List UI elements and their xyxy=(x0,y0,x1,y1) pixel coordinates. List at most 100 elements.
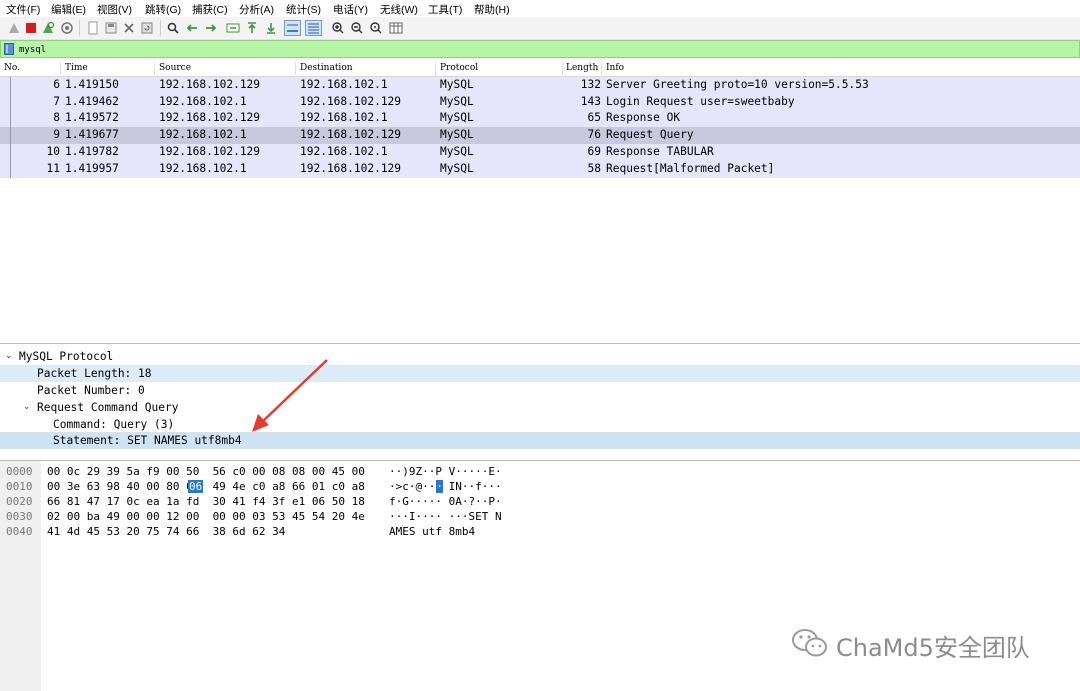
bytes-hex[interactable]: 02 00 ba 49 00 00 12 00 00 00 03 53 45 5… xyxy=(47,510,365,523)
bytes-offset: 0000 xyxy=(6,465,33,478)
packet-cell-proto: MySQL xyxy=(440,94,474,108)
reload-file-icon[interactable] xyxy=(140,21,154,35)
column-info[interactable]: Info xyxy=(606,63,624,73)
display-filter-input[interactable] xyxy=(19,43,1069,56)
packet-cell-len: 65 xyxy=(587,111,601,125)
tree-item-request-command[interactable]: ⌄ Request Command Query xyxy=(0,399,1080,416)
menu-view[interactable]: 视图(V) xyxy=(97,2,132,17)
restart-capture-icon[interactable] xyxy=(41,21,55,35)
packet-cell-proto: MySQL xyxy=(440,161,474,175)
bytes-offset: 0010 xyxy=(6,480,33,493)
packet-row[interactable]: 9 1.419677 192.168.102.1 192.168.102.129 MyS… xyxy=(0,127,1080,145)
packet-cell-len: 76 xyxy=(587,128,601,142)
packet-cell-info: Response TABULAR xyxy=(606,144,714,158)
display-filter-bar xyxy=(0,40,1080,58)
open-file-icon[interactable] xyxy=(86,21,100,35)
stop-capture-icon[interactable] xyxy=(24,21,38,35)
bytes-ascii[interactable]: AMES utf 8mb4 xyxy=(389,525,475,538)
packet-row[interactable]: 8 1.419572 192.168.102.129 192.168.102.1 MyS… xyxy=(0,110,1080,128)
packet-cell-time: 1.419462 xyxy=(65,94,119,108)
selected-byte-hex[interactable]: 06 xyxy=(188,480,204,493)
menu-tools[interactable]: 工具(T) xyxy=(428,2,462,17)
packet-cell-info: Request Query xyxy=(606,128,694,142)
tree-item-packet-length[interactable]: Packet Length: 18 xyxy=(0,365,1080,382)
colorize-icon[interactable] xyxy=(305,20,322,36)
packet-cell-proto: MySQL xyxy=(440,144,474,158)
column-time[interactable]: Time xyxy=(65,63,88,73)
packet-row[interactable]: 6 1.419150 192.168.102.129 192.168.102.1 MyS… xyxy=(0,77,1080,94)
go-to-packet-icon[interactable] xyxy=(226,21,240,35)
bookmark-icon[interactable] xyxy=(4,43,14,55)
save-file-icon[interactable] xyxy=(104,21,118,35)
packet-row[interactable]: 7 1.419462 192.168.102.1 192.168.102.129 MyS… xyxy=(0,93,1080,111)
packet-cell-no: 7 xyxy=(53,94,60,108)
packet-cell-no: 6 xyxy=(53,78,60,91)
bytes-hex[interactable]: 00 0c 29 39 5a f9 00 50 56 c0 00 08 08 0… xyxy=(47,465,365,478)
packet-cell-dst: 192.168.102.129 xyxy=(300,161,402,175)
bytes-ascii[interactable]: ···I···· ···SET N xyxy=(389,510,502,523)
bytes-ascii[interactable]: f·G····· 0A·?··P· xyxy=(389,495,502,508)
menu-analyze[interactable]: 分析(A) xyxy=(239,2,274,17)
menu-statistics[interactable]: 统计(S) xyxy=(286,2,321,17)
main-toolbar xyxy=(0,17,1080,40)
menu-telephony[interactable]: 电话(Y) xyxy=(333,2,368,17)
bytes-ascii[interactable]: ·>c·@··· IN··f··· xyxy=(389,480,502,493)
menu-bar: 文件(F) 编辑(E) 视图(V) 跳转(G) 捕获(C) 分析(A) 统计(S… xyxy=(0,0,1080,17)
packet-cell-info: Server Greeting proto=10 version=5.5.53 xyxy=(606,78,869,91)
packet-cell-no: 10 xyxy=(46,144,60,158)
bytes-ascii[interactable]: ··)9Z··P V·····E· xyxy=(389,465,502,478)
packet-cell-time: 1.419957 xyxy=(65,161,119,175)
packet-cell-dst: 192.168.102.1 xyxy=(300,78,388,91)
menu-capture[interactable]: 捕获(C) xyxy=(192,2,228,17)
chevron-down-icon[interactable]: ⌄ xyxy=(5,350,13,361)
column-no[interactable]: No. xyxy=(4,63,20,73)
packet-cell-dst: 192.168.102.1 xyxy=(300,111,388,125)
capture-options-icon[interactable] xyxy=(60,21,74,35)
column-destination[interactable]: Destination xyxy=(300,63,353,73)
packet-cell-no: 8 xyxy=(53,111,60,125)
go-back-icon[interactable] xyxy=(185,21,199,35)
packet-details-pane: ⌄ MySQL Protocol Packet Length: 18 Packe… xyxy=(0,346,1080,461)
packet-cell-proto: MySQL xyxy=(440,78,474,91)
watermark-text: ChaMd5安全团队 xyxy=(836,634,1030,662)
last-packet-icon[interactable] xyxy=(264,21,278,35)
tree-item-label: Packet Number: 0 xyxy=(37,384,145,397)
chevron-down-icon[interactable]: ⌄ xyxy=(23,401,31,412)
bytes-row: 0040 41 4d 45 53 20 75 74 66 38 6d 62 34… xyxy=(0,524,1080,539)
normal-size-icon[interactable] xyxy=(369,21,383,35)
column-source[interactable]: Source xyxy=(159,63,191,73)
auto-scroll-icon[interactable] xyxy=(284,20,301,36)
tree-item-mysql-protocol[interactable]: ⌄ MySQL Protocol xyxy=(0,348,1080,365)
menu-go[interactable]: 跳转(G) xyxy=(145,2,181,17)
packet-cell-src: 192.168.102.129 xyxy=(159,111,261,125)
menu-wireless[interactable]: 无线(W) xyxy=(380,2,418,17)
shark-fin-start-icon[interactable] xyxy=(7,21,21,35)
packet-cell-time: 1.419150 xyxy=(65,78,119,91)
column-length[interactable]: Length xyxy=(566,63,598,73)
bytes-offset: 0040 xyxy=(6,525,33,538)
bytes-row: 0000 00 0c 29 39 5a f9 00 50 56 c0 00 08… xyxy=(0,464,1080,479)
menu-file[interactable]: 文件(F) xyxy=(6,2,40,17)
tree-item-statement[interactable]: Statement: SET NAMES utf8mb4 xyxy=(0,432,1080,449)
tree-item-command[interactable]: Command: Query (3) xyxy=(0,416,1080,433)
bytes-hex[interactable]: 00 3e 63 98 40 00 80 06 49 4e c0 a8 66 0… xyxy=(47,480,365,493)
packet-cell-src: 192.168.102.129 xyxy=(159,144,261,158)
packet-row[interactable]: 10 1.419782 192.168.102.129 192.168.102.1 My… xyxy=(0,143,1080,161)
menu-help[interactable]: 帮助(H) xyxy=(474,2,510,17)
first-packet-icon[interactable] xyxy=(245,21,259,35)
go-forward-icon[interactable] xyxy=(204,21,218,35)
column-protocol[interactable]: Protocol xyxy=(440,63,478,73)
tree-item-packet-number[interactable]: Packet Number: 0 xyxy=(0,382,1080,399)
zoom-in-icon[interactable] xyxy=(331,21,345,35)
bytes-hex[interactable]: 66 81 47 17 0c ea 1a fd 30 41 f4 3f e1 0… xyxy=(47,495,365,508)
selected-byte-ascii[interactable]: · xyxy=(436,480,443,493)
resize-columns-icon[interactable] xyxy=(389,21,403,35)
zoom-out-icon[interactable] xyxy=(350,21,364,35)
find-packet-icon[interactable] xyxy=(166,21,180,35)
bytes-hex[interactable]: 41 4d 45 53 20 75 74 66 38 6d 62 34 xyxy=(47,525,285,538)
packet-row[interactable]: 11 1.419957 192.168.102.1 192.168.102.129 My… xyxy=(0,160,1080,178)
close-file-icon[interactable] xyxy=(122,21,136,35)
packet-cell-src: 192.168.102.129 xyxy=(159,78,261,91)
menu-edit[interactable]: 编辑(E) xyxy=(51,2,86,17)
packet-cell-len: 69 xyxy=(587,144,601,158)
